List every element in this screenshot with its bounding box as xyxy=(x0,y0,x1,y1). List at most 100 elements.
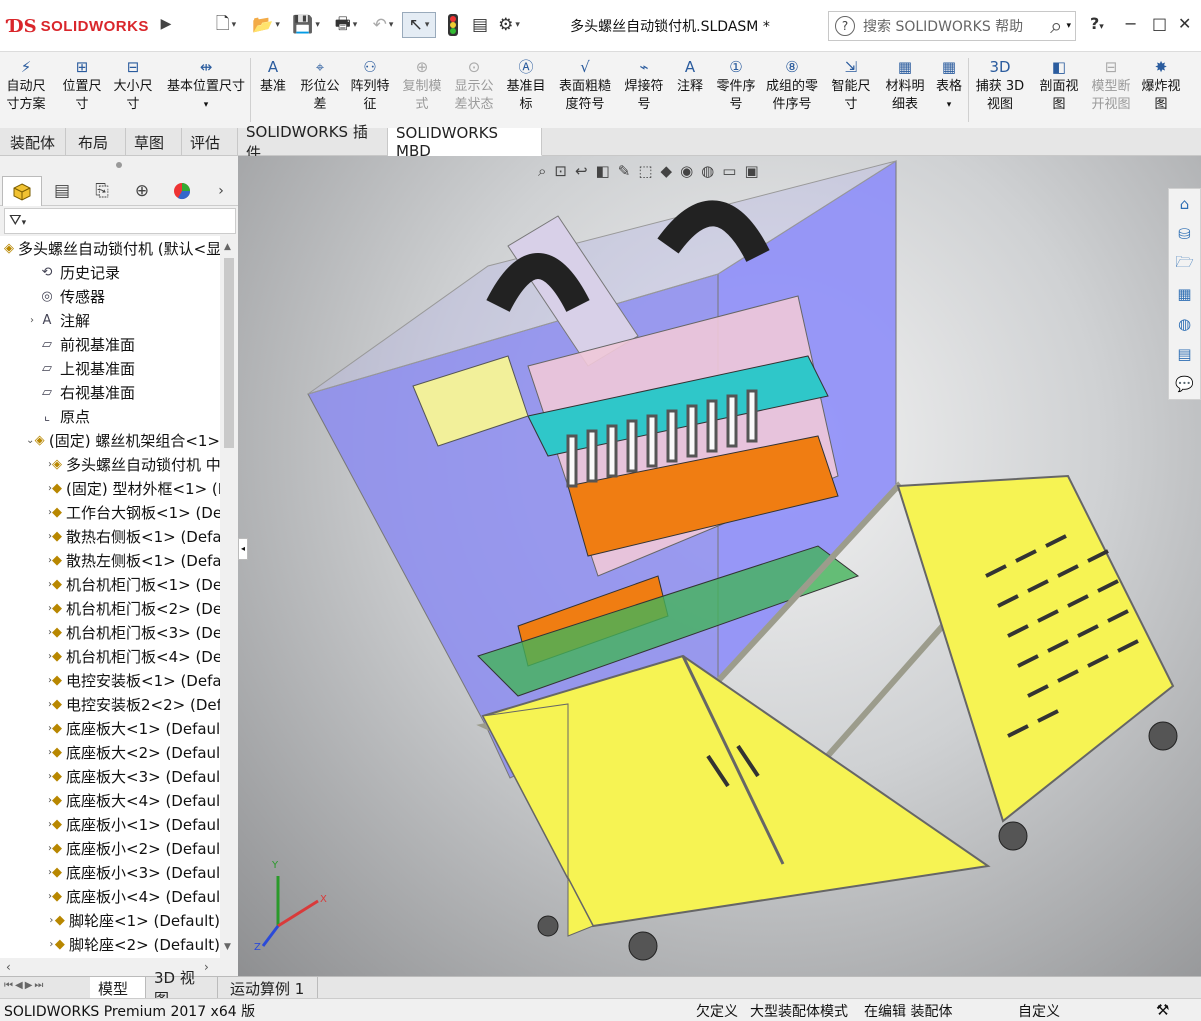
stacked-balloon-button[interactable]: ⑧ 成组的零 件序号 xyxy=(762,56,822,124)
bottom-tab-0[interactable]: 模型 xyxy=(90,977,146,999)
search-dropdown-icon[interactable]: ▾ xyxy=(1066,21,1071,31)
last-tab-icon[interactable]: ⏭ xyxy=(34,980,43,991)
tree-filter-box[interactable]: ⛛▾ xyxy=(4,208,236,234)
tree-item[interactable]: › ◆ 电控安装板2<2> (Def xyxy=(0,692,220,716)
tree-item[interactable]: ▱ 右视基准面 xyxy=(0,380,220,404)
tab-0[interactable]: 装配体 xyxy=(2,128,66,156)
panel-splitter[interactable] xyxy=(0,156,238,176)
tab-1[interactable]: 布局 xyxy=(70,128,126,156)
copy-scheme-button[interactable]: ⊕ 复制模式 xyxy=(396,56,448,124)
weld-button[interactable]: ⌁ 焊接符号 xyxy=(618,56,670,124)
tab-5[interactable]: SOLIDWORKS MBD xyxy=(388,124,542,160)
tree-vertical-scrollbar[interactable]: ▲ ▼ xyxy=(220,236,238,958)
balloon-button[interactable]: ① 零件序号 xyxy=(710,56,762,124)
tree-item[interactable]: ⌞ 原点 xyxy=(0,404,220,428)
tree-item[interactable]: › ◆ 底座板大<3> (Defaul xyxy=(0,764,220,788)
datum-target-button[interactable]: Ⓐ 基准目标 xyxy=(500,56,552,124)
configuration-manager-tab-icon[interactable]: ⎘ xyxy=(82,176,122,206)
help-menu-button[interactable]: ?▾ xyxy=(1090,14,1104,33)
dimxpert-manager-tab-icon[interactable]: ⊕ xyxy=(122,176,162,206)
units-selector[interactable]: 自定义 xyxy=(1018,1001,1060,1021)
tree-item[interactable]: › ◆ 底座板大<1> (Default xyxy=(0,716,220,740)
expand-toggle-icon[interactable]: › xyxy=(26,315,38,326)
solidworks-forum-icon[interactable]: 💬 xyxy=(1169,369,1200,399)
tree-item[interactable]: › ◈ 多头螺丝自动锁付机 中 xyxy=(0,452,220,476)
file-explorer-icon[interactable]: 🗁 xyxy=(1169,249,1200,279)
new-document-icon[interactable]: 🗋 ▾ xyxy=(208,12,244,38)
smart-dim-button[interactable]: ⇲ 智能尺寸 xyxy=(826,56,876,124)
tree-item[interactable]: › ◆ 底座板小<4> (Defaul xyxy=(0,884,220,908)
show-tol-button[interactable]: ⊙ 显示公 差状态 xyxy=(448,56,500,124)
property-manager-tab-icon[interactable]: ▤ xyxy=(42,176,82,206)
chevron-right-icon[interactable]: › xyxy=(208,176,234,206)
cad-model[interactable] xyxy=(238,156,1201,976)
search-icon[interactable]: ⌕ xyxy=(1050,14,1062,39)
surface-finish-button[interactable]: √ 表面粗糙 度符号 xyxy=(552,56,618,124)
tree-item[interactable]: › ◆ 底座板小<2> (Defaul xyxy=(0,836,220,860)
solidworks-logo[interactable]: ƊS SOLIDWORKS xyxy=(8,12,149,40)
tree-item[interactable]: ◎ 传感器 xyxy=(0,284,220,308)
tree-item[interactable]: ⌄ ◈ (固定) 螺丝机架组合<1> xyxy=(0,428,220,452)
print-icon[interactable]: 🖶 ▾ xyxy=(328,12,364,38)
view-palette-icon[interactable]: ▦ xyxy=(1169,279,1200,309)
tree-item[interactable]: › ◆ (固定) 型材外框<1> (I xyxy=(0,476,220,500)
select-pointer-icon[interactable]: ↖ ▾ xyxy=(402,12,436,38)
tree-item[interactable]: › ◆ 机台机柜门板<2> (De xyxy=(0,596,220,620)
tree-item[interactable]: › ◆ 脚轮座<2> (Default) xyxy=(0,932,220,956)
scroll-up-icon[interactable]: ▲ xyxy=(224,242,231,252)
tree-item[interactable]: ◈ 多头螺丝自动锁付机 (默认<显 xyxy=(0,236,220,260)
tree-item[interactable]: › ◆ 底座板小<3> (Defaul xyxy=(0,860,220,884)
first-tab-icon[interactable]: ⏮ xyxy=(4,980,13,991)
prev-tab-icon[interactable]: ◀ xyxy=(15,980,23,991)
tree-item[interactable]: › ◆ 脚轮座<1> (Default) xyxy=(0,908,220,932)
file-properties-icon[interactable]: ▤ xyxy=(468,12,492,38)
tree-item[interactable]: › ◆ 机台机柜门板<4> (De xyxy=(0,644,220,668)
dropdown-arrow-icon[interactable]: ▾ xyxy=(204,96,209,114)
open-document-icon[interactable]: 📂 ▾ xyxy=(248,12,284,38)
pattern-feat-button[interactable]: ⚇ 阵列特征 xyxy=(346,56,394,124)
expand-toggle-icon[interactable]: ⌄ xyxy=(26,435,34,446)
loc-dim-button[interactable]: ⊞ 位置尺寸 xyxy=(56,56,108,124)
custom-properties-icon[interactable]: ▤ xyxy=(1169,339,1200,369)
tab-scroll-buttons[interactable]: ⏮ ◀ ▶ ⏭ xyxy=(4,980,43,991)
minimize-button[interactable]: − xyxy=(1124,14,1137,33)
close-button[interactable]: ✕ xyxy=(1178,14,1191,33)
tree-item[interactable]: › ◆ 电控安装板<1> (Defa xyxy=(0,668,220,692)
explode-view-button[interactable]: ✸ 爆炸视图 xyxy=(1138,56,1184,124)
dropdown-arrow-icon[interactable]: ▾ xyxy=(947,96,952,114)
tree-item[interactable]: › ◆ 机台机柜门板<1> (De xyxy=(0,572,220,596)
tree-item[interactable]: › ◆ 工作台大钢板<1> (De xyxy=(0,500,220,524)
tree-item[interactable]: › A 注解 xyxy=(0,308,220,332)
feature-tree-tab-icon[interactable] xyxy=(2,176,42,206)
tree-item[interactable]: › ◆ 机台机柜门板<3> (De xyxy=(0,620,220,644)
bottom-tab-1[interactable]: 3D 视图 xyxy=(146,969,218,1008)
bom-button[interactable]: ▦ 材料明 细表 xyxy=(880,56,930,124)
display-manager-tab-icon[interactable] xyxy=(162,176,202,206)
rebuild-status-icon[interactable]: ⚒ xyxy=(1156,1001,1169,1019)
tree-item[interactable]: › ◆ 散热左侧板<1> (Defa xyxy=(0,548,220,572)
tab-3[interactable]: 评估 xyxy=(182,128,238,156)
size-dim-button[interactable]: ⊟ 大小尺寸 xyxy=(108,56,158,124)
geo-tol-button[interactable]: ⌖ 形位公差 xyxy=(292,56,348,124)
section-view-button[interactable]: ◧ 剖面视图 xyxy=(1032,56,1086,124)
rebuild-traffic-light-icon[interactable] xyxy=(442,12,464,38)
tree-item[interactable]: › ◆ 底座板小<1> (Default xyxy=(0,812,220,836)
design-library-icon[interactable]: ⛁ xyxy=(1169,219,1200,249)
help-search-input[interactable]: 搜索 SOLIDWORKS 帮助 xyxy=(863,16,1050,36)
tab-4[interactable]: SOLIDWORKS 插件 xyxy=(238,123,388,162)
menu-expand-icon[interactable]: ▶ xyxy=(158,10,174,38)
panel-collapse-handle[interactable]: ◂ xyxy=(238,538,248,560)
tree-item[interactable]: ▱ 上视基准面 xyxy=(0,356,220,380)
solidworks-resources-icon[interactable]: ⌂ xyxy=(1169,189,1200,219)
scroll-down-icon[interactable]: ▼ xyxy=(224,942,231,952)
tree-item[interactable]: ▱ 前视基准面 xyxy=(0,332,220,356)
tree-item[interactable]: › ◆ 底座板大<4> (Defaul xyxy=(0,788,220,812)
break-view-button[interactable]: ⊟ 模型断 开视图 xyxy=(1088,56,1134,124)
tree-item[interactable]: ⟲ 历史记录 xyxy=(0,260,220,284)
expand-toggle-icon[interactable]: › xyxy=(48,915,55,926)
undo-icon[interactable]: ↶ ▾ xyxy=(366,12,400,38)
save-icon[interactable]: 💾 ▾ xyxy=(288,12,324,38)
appearances-scenes-icon[interactable]: ◍ xyxy=(1169,309,1200,339)
scroll-left-icon[interactable]: ‹ xyxy=(6,960,11,974)
splitter-grip-icon[interactable] xyxy=(116,162,122,168)
